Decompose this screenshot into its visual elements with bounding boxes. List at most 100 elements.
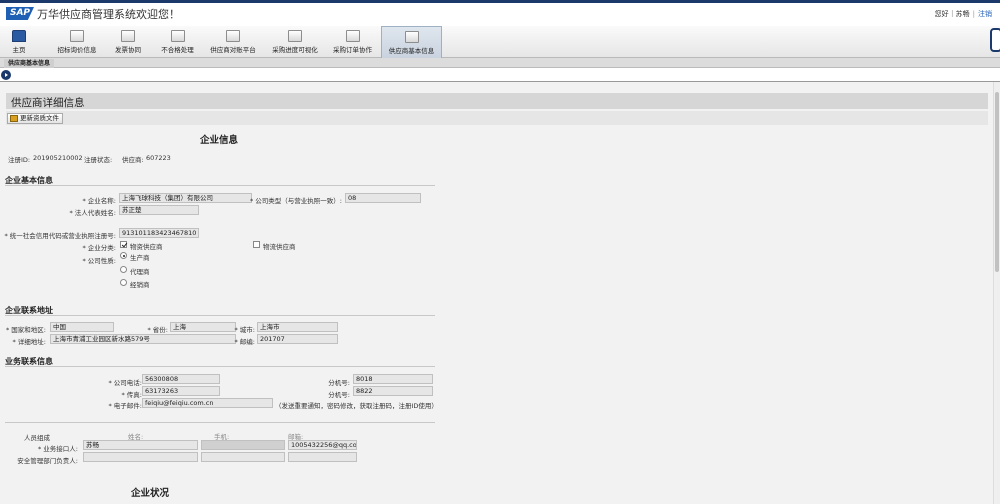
company-type-field[interactable]: 08 xyxy=(345,193,421,203)
nav-item-supplier-info[interactable]: 供应商基本信息 xyxy=(381,26,442,58)
detail-header: 供应商详细信息 xyxy=(6,93,988,109)
nav-label: 供应商基本信息 xyxy=(388,47,435,55)
zip-label: * 邮编: xyxy=(234,338,255,346)
contact-name-field[interactable]: 苏畅 xyxy=(83,440,198,450)
contact-phone-field[interactable] xyxy=(201,440,285,450)
reg-id-value: 201905210002 xyxy=(33,154,83,162)
category-logistics-label: 物流供应商 xyxy=(263,243,296,251)
toolbar-row xyxy=(0,68,1000,82)
reg-id-label: 注册ID: xyxy=(8,156,31,164)
nav-label: 发票协同 xyxy=(115,46,141,54)
tab-supplier-info[interactable]: 供应商基本信息 xyxy=(4,59,55,68)
company-name-field[interactable]: 上海飞球科技（集团）有限公司 xyxy=(119,193,252,203)
nature-manufacturer-label: 生产商 xyxy=(130,254,150,262)
divider xyxy=(5,366,435,367)
nature-manufacturer-radio[interactable] xyxy=(120,252,127,259)
company-phone-field[interactable]: 56300808 xyxy=(142,374,220,384)
folder-icon xyxy=(404,31,419,43)
nav-label: 采购订单协作 xyxy=(333,46,372,54)
nature-agent-radio[interactable] xyxy=(120,266,127,273)
tab-strip: 供应商基本信息 xyxy=(0,58,1000,68)
email-label: * 电子邮件: xyxy=(108,402,142,410)
zip-field[interactable]: 201707 xyxy=(257,334,338,344)
user-greeting: 您好｜苏畅 xyxy=(934,10,970,18)
update-documents-button[interactable]: 更新资质文件 xyxy=(7,113,63,124)
nav-item-bidding[interactable]: 招标询价信息 xyxy=(50,26,104,58)
city-field[interactable]: 上海市 xyxy=(257,322,338,332)
nav-label: 不合格处理 xyxy=(161,46,194,54)
credit-code-label: * 统一社会信用代码或营业执照注册号: xyxy=(4,232,116,240)
safety-phone-field[interactable] xyxy=(201,452,285,462)
folder-icon xyxy=(226,30,240,42)
detail-toolbar xyxy=(6,111,988,125)
expand-arrow-icon[interactable] xyxy=(1,70,11,80)
enterprise-status-title: 企业状况 xyxy=(131,488,170,499)
divider xyxy=(5,185,435,186)
document-icon xyxy=(10,115,18,122)
nature-dealer-label: 经销商 xyxy=(130,281,150,289)
logout-link[interactable]: 注销 xyxy=(978,10,992,18)
supplier-value: 607223 xyxy=(146,154,171,162)
company-phone-label: * 公司电话: xyxy=(108,379,142,387)
contact-email-field[interactable]: 1005432256@qq.com xyxy=(288,440,357,450)
side-panel-toggle[interactable] xyxy=(990,28,1000,52)
company-type-label: * 公司类型（与营业执照一致）: xyxy=(249,197,342,205)
personnel-title: 人员组成 xyxy=(24,434,50,442)
reg-status-label: 注册状态: xyxy=(84,156,113,164)
company-name-label: * 企业名称: xyxy=(82,197,116,205)
nature-agent-label: 代理商 xyxy=(130,268,150,276)
folder-icon xyxy=(121,30,135,42)
folder-icon xyxy=(345,30,360,42)
personnel-row-label: 安全管理部门负责人: xyxy=(17,457,78,465)
vertical-scrollbar[interactable] xyxy=(993,82,1000,504)
user-separator: | xyxy=(972,10,975,18)
email-field[interactable]: feiqiu@feiqiu.com.cn xyxy=(142,398,273,408)
legal-rep-field[interactable]: 苏正楚 xyxy=(119,205,199,215)
divider xyxy=(5,422,435,423)
nav-item-po[interactable]: 采购订单协作 xyxy=(329,26,376,58)
legal-rep-label: * 法人代表姓名: xyxy=(69,209,116,217)
personnel-row-label: * 业务接口人: xyxy=(37,445,78,453)
category-material-checkbox[interactable] xyxy=(120,241,127,248)
province-label: * 省份: xyxy=(147,326,168,334)
main-nav: 主页 招标询价信息 发票协同 不合格处理 供应商对账平台 采购进度可视化 采购订… xyxy=(0,26,1000,58)
ext1-field[interactable]: 8018 xyxy=(353,374,433,384)
scrollbar-thumb[interactable] xyxy=(995,92,999,272)
nav-item-progress[interactable]: 采购进度可视化 xyxy=(268,26,322,58)
nature-dealer-radio[interactable] xyxy=(120,279,127,286)
email-note: （发送重要通知，密码修改，获取注册码，注册ID使用） xyxy=(275,402,438,410)
nav-label: 主页 xyxy=(12,46,26,54)
folder-icon xyxy=(170,30,185,42)
credit-code-field[interactable]: 913101183423467810 xyxy=(119,228,199,238)
ext2-label: 分机号: xyxy=(328,391,350,399)
folder-icon xyxy=(70,30,84,42)
app-title: 万华供应商管理系统欢迎您！ xyxy=(37,8,180,21)
nav-item-home[interactable]: 主页 xyxy=(4,26,34,58)
nav-item-invoice[interactable]: 发票协同 xyxy=(110,26,146,58)
ext1-label: 分机号: xyxy=(328,379,350,387)
folder-icon xyxy=(288,30,302,42)
enterprise-info-title: 企业信息 xyxy=(200,135,239,146)
safety-name-field[interactable] xyxy=(83,452,198,462)
country-field[interactable]: 中国 xyxy=(50,322,114,332)
nav-item-nonconformance[interactable]: 不合格处理 xyxy=(155,26,200,58)
supplier-label: 供应商: xyxy=(122,156,144,164)
safety-email-field[interactable] xyxy=(288,452,357,462)
page-title: 供应商详细信息 xyxy=(11,97,85,109)
nav-label: 采购进度可视化 xyxy=(272,46,318,54)
detail-address-field[interactable]: 上海市青浦工业园区新水路579号 xyxy=(50,334,236,344)
province-field[interactable]: 上海 xyxy=(170,322,236,332)
user-area: 您好｜苏畅 | 注销 xyxy=(935,9,992,19)
fax-field[interactable]: 63173263 xyxy=(142,386,220,396)
category-material-label: 物资供应商 xyxy=(130,243,163,251)
city-label: * 城市: xyxy=(234,326,255,334)
nav-item-reconciliation[interactable]: 供应商对账平台 xyxy=(205,26,261,58)
home-icon xyxy=(12,30,26,42)
nature-label: * 公司性质: xyxy=(82,257,116,265)
detail-address-label: * 详细地址: xyxy=(12,338,46,346)
fax-label: * 传真: xyxy=(121,391,142,399)
category-logistics-checkbox[interactable] xyxy=(253,241,260,248)
update-documents-label: 更新资质文件 xyxy=(20,114,59,122)
divider xyxy=(5,315,435,316)
ext2-field[interactable]: 8822 xyxy=(353,386,433,396)
